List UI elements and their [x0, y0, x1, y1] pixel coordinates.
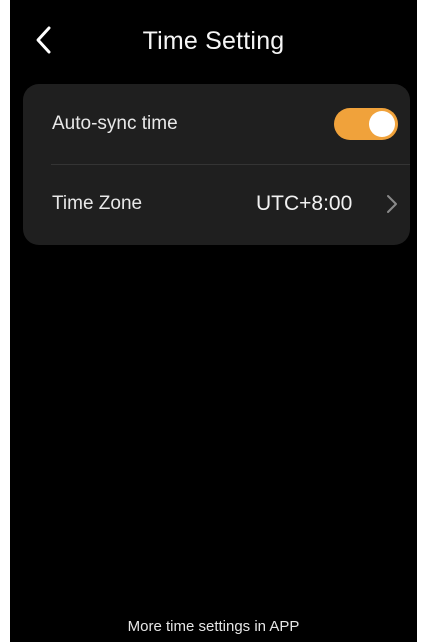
- page-title: Time Setting: [142, 27, 285, 55]
- time-zone-label: Time Zone: [52, 193, 143, 214]
- auto-sync-row[interactable]: Auto-sync time: [23, 84, 410, 164]
- settings-card: Auto-sync time Time Zone UTC+8:00: [23, 84, 410, 245]
- footer-note: More time settings in APP: [127, 618, 300, 635]
- auto-sync-toggle[interactable]: [334, 108, 398, 140]
- auto-sync-label: Auto-sync time: [52, 113, 178, 134]
- chevron-right-icon: [382, 193, 402, 215]
- time-setting-screen: Time Setting Auto-sync time Time Zone UT…: [10, 0, 417, 642]
- time-zone-value: UTC+8:00: [256, 192, 353, 215]
- header: Time Setting: [10, 0, 417, 84]
- time-zone-row[interactable]: Time Zone UTC+8:00: [23, 165, 410, 245]
- toggle-knob: [369, 111, 395, 137]
